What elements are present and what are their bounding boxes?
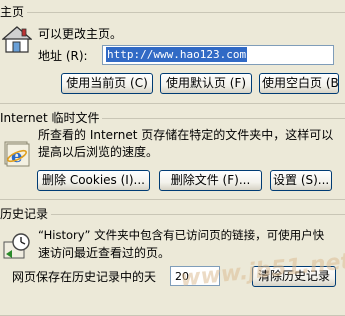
history-legend: 历史记录	[0, 205, 52, 222]
delete-files-button[interactable]: 删除文件 (F)...	[159, 170, 262, 191]
homepage-description: 可以更改主页。	[38, 27, 123, 41]
temp-files-legend: Internet 临时文件	[0, 109, 103, 126]
history-icon	[3, 233, 30, 259]
settings-button[interactable]: 设置 (S)...	[270, 170, 332, 191]
homepage-legend: 主页	[0, 3, 28, 20]
internet-explorer-icon: e	[4, 141, 30, 167]
address-value: http://www.hao123.com	[106, 47, 248, 62]
address-field[interactable]: http://www.hao123.com	[102, 45, 334, 65]
days-label: 网页保存在历史记录中的天	[12, 270, 157, 284]
delete-cookies-button[interactable]: 删除 Cookies (I)...	[37, 170, 150, 191]
use-blank-page-button[interactable]: 使用空白页 (B)	[259, 73, 339, 94]
temp-files-description-line1: 所查看的 Internet 页存储在特定的文件夹中，这样可以	[38, 128, 334, 142]
house-icon	[2, 26, 32, 53]
use-default-page-button[interactable]: 使用默认页 (F)	[160, 73, 252, 94]
history-description-line1: “History” 文件夹中包含有已访问页的链接，可使用户快	[38, 228, 325, 242]
use-current-page-button[interactable]: 使用当前页 (C)	[61, 73, 153, 94]
temp-files-description-line2: 提高以后浏览的速度。	[38, 145, 159, 159]
address-label: 地址 (R):	[38, 49, 88, 63]
svg-text:e: e	[11, 146, 22, 167]
history-description-line2: 速访问最近查看过的页。	[38, 246, 171, 260]
